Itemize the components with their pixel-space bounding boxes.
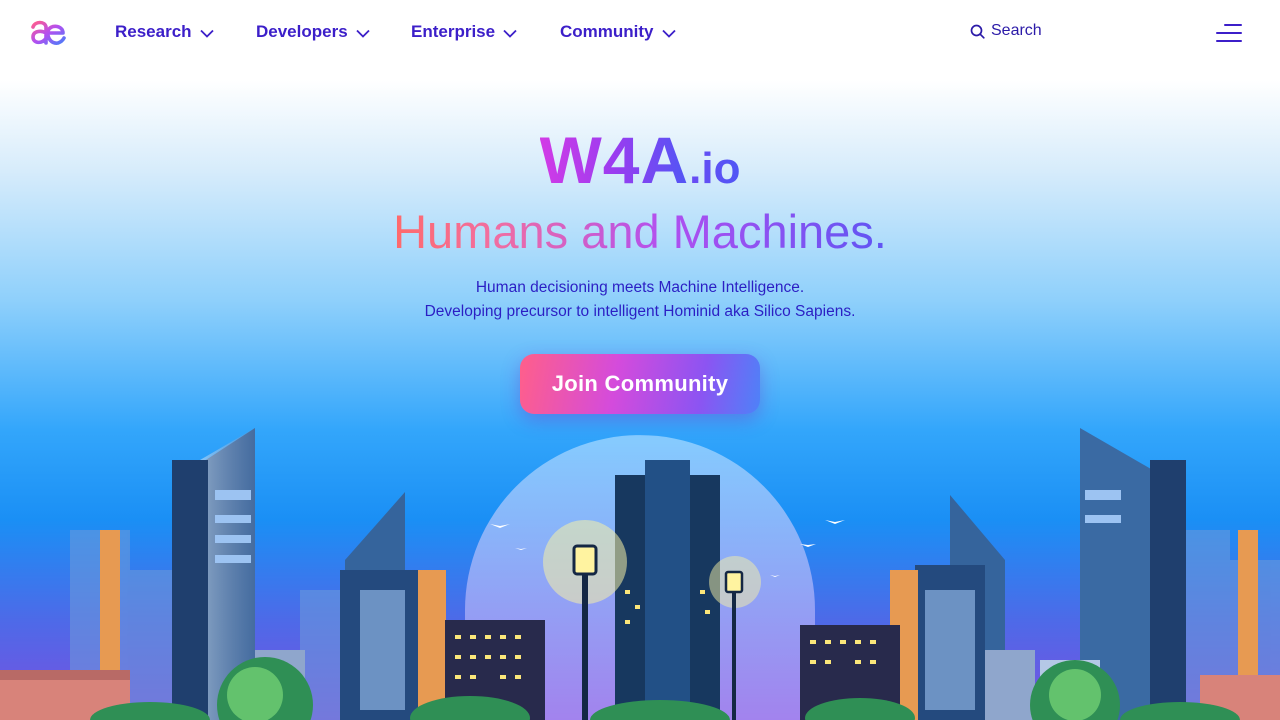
brand-suffix: .io xyxy=(689,144,741,193)
search-button[interactable]: Search xyxy=(970,22,1042,40)
search-label: Search xyxy=(991,22,1042,39)
search-icon xyxy=(970,24,985,39)
top-nav: Research Developers Enterprise Community… xyxy=(0,0,1280,66)
nav-item-enterprise[interactable]: Enterprise xyxy=(411,22,517,42)
ae-logo-icon[interactable] xyxy=(30,17,66,47)
nav-item-developers[interactable]: Developers xyxy=(256,22,370,42)
join-community-button[interactable]: Join Community xyxy=(520,354,760,414)
brand-name: W4A xyxy=(539,123,690,197)
chevron-down-icon xyxy=(199,29,214,38)
nav-item-label: Developers xyxy=(256,22,348,41)
nav-item-label: Research xyxy=(115,22,192,41)
nav-item-community[interactable]: Community xyxy=(560,22,676,42)
chevron-down-icon xyxy=(356,29,370,38)
tagline-text: Humans and Machines. xyxy=(393,205,887,258)
chevron-down-icon xyxy=(661,29,676,38)
hero-brand: W4A.io xyxy=(0,122,1280,198)
city-skyline-illustration xyxy=(0,428,1280,720)
hero-subtitle-line-1: Human decisioning meets Machine Intellig… xyxy=(475,279,805,296)
hero-tagline: Humans and Machines. xyxy=(0,204,1280,260)
hero-subtitle-line-2: Developing precursor to intelligent Homi… xyxy=(424,303,856,320)
nav-item-label: Enterprise xyxy=(411,22,496,41)
nav-item-label: Community xyxy=(560,22,654,41)
nav-item-research[interactable]: Research xyxy=(115,22,214,42)
chevron-down-icon xyxy=(503,29,517,38)
hamburger-menu-icon[interactable] xyxy=(1214,22,1242,44)
